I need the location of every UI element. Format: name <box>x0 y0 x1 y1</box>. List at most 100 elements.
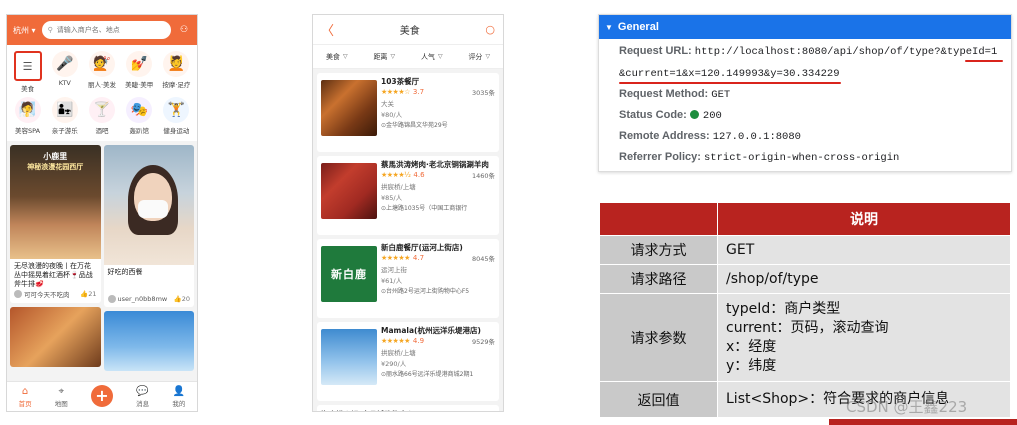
status-dot-icon <box>689 110 699 119</box>
blog-card[interactable]: 小鹿里 神秘浪漫花园西厅 无尽浪漫的夜晚丨在万花丛中摇晃着红酒杯🍷品战斧牛排🥩 … <box>10 145 101 303</box>
tab-消息[interactable]: 💬 消息 <box>136 386 149 408</box>
category-item[interactable]: 💆 按摩·足疗 <box>158 51 195 93</box>
category-item[interactable]: 💇 丽人·美发 <box>83 51 120 93</box>
shop-item[interactable]: 海底捞火锅(水晶城购物中心 <box>317 405 499 411</box>
field-key: Request Method: <box>619 88 709 100</box>
like-button[interactable]: 👍21 <box>80 290 96 298</box>
blog-author: 可可今天不吃肉 <box>24 291 70 299</box>
user-icon[interactable]: ⚇ <box>177 23 191 37</box>
tab-label: 首页 <box>18 399 32 408</box>
shop-item[interactable]: 新白鹿 新白鹿餐厅(运河上街店) ★★★★★ 4.7 8045条 运河上街 ¥61/人 ⊙台州… <box>317 239 499 318</box>
tab-首页[interactable]: ⌂ 首页 <box>19 386 32 408</box>
filter-dropdown[interactable]: 美食 ▽ <box>326 52 348 62</box>
blog-author: user_n0bb8mw <box>117 295 168 303</box>
category-item[interactable]: 🎭 轰趴馆 <box>121 97 158 135</box>
section-title: General <box>617 21 659 33</box>
category-label: KTV <box>58 79 71 87</box>
food-list-header: 〈 美食 ○ <box>313 15 503 45</box>
remote-address-row: Remote Address: 127.0.0.1:8080 <box>619 130 801 143</box>
blog-cover-image <box>10 307 101 367</box>
shop-name: 103茶餐厅 <box>381 77 420 86</box>
table-header-blank <box>599 202 718 236</box>
category-item[interactable]: 🍸 酒吧 <box>83 97 120 135</box>
field-key: Referrer Policy: <box>619 151 701 163</box>
field-key: Remote Address: <box>619 130 710 142</box>
collapse-triangle-icon[interactable]: ▼ <box>605 23 613 32</box>
blog-card[interactable] <box>10 307 101 367</box>
food-menu-icon: ☰ <box>13 51 42 81</box>
category-item[interactable]: 🏋 健身运动 <box>158 97 195 135</box>
chevron-down-icon: ▽ <box>390 53 396 60</box>
rating-stars-icon: ★★★★☆ <box>381 88 410 96</box>
row-key: 请求参数 <box>599 293 718 382</box>
search-input[interactable] <box>56 26 165 34</box>
page-title: 美食 <box>399 26 420 37</box>
tab-我的[interactable]: 👤 我的 <box>172 386 185 408</box>
shop-image: 新白鹿 <box>321 246 377 302</box>
shop-name: Mamala(杭州远洋乐堤港店) <box>381 326 481 335</box>
row-key: 请求方式 <box>599 235 718 265</box>
field-value: GET <box>711 89 731 101</box>
param-line: typeId：商户类型 <box>726 300 841 317</box>
table-header: 说明 <box>717 202 1011 236</box>
shop-score: 4.7 <box>412 254 425 262</box>
table-row: 请求方式 GET <box>599 235 1011 265</box>
comment-count: 9529条 <box>471 338 495 346</box>
status-code-row: Status Code: 200 <box>619 109 722 122</box>
category-label: 丽人·美发 <box>87 81 117 89</box>
request-method-row: Request Method: GET <box>619 88 730 101</box>
blog-card[interactable]: 好吃的西餐 user_n0bb8mw 👍20 <box>103 145 194 307</box>
category-item[interactable]: 🧖 美容SPA <box>9 97 46 135</box>
tab-地图[interactable]: ⌖ 地图 <box>55 386 68 408</box>
blog-cover-image <box>103 311 194 371</box>
category-item[interactable]: 👨‍👧 亲子游乐 <box>46 97 83 135</box>
tab-add[interactable]: + <box>90 384 113 407</box>
cover-overlay-subtitle: 神秘浪漫花园西厅 <box>27 163 84 171</box>
field-value[interactable]: http://localhost:8080/api/shop/of/type?&… <box>695 46 997 58</box>
like-button[interactable]: 👍20 <box>174 295 190 303</box>
rating-stars-icon: ★★★★★ <box>381 254 410 262</box>
shop-image <box>321 80 377 136</box>
plus-icon: + <box>90 384 113 407</box>
filter-dropdown[interactable]: 评分 ▽ <box>468 52 490 62</box>
comment-count: 8045条 <box>471 255 495 263</box>
shop-area: 拱宸桥/上塘 <box>381 183 416 191</box>
shop-score: 3.7 <box>412 88 425 96</box>
spa-mask-icon: 🧖 <box>14 97 41 123</box>
category-label: 亲子游乐 <box>51 127 78 135</box>
search-icon[interactable]: ○ <box>485 23 495 36</box>
annotation-underline <box>619 82 841 84</box>
back-icon[interactable]: 〈 <box>321 20 334 39</box>
search-box[interactable]: ⚲ <box>41 21 171 39</box>
row-key: 请求路径 <box>599 264 718 294</box>
general-section-header[interactable]: ▼ General <box>599 15 1011 39</box>
city-selector[interactable]: 杭州 ▾ <box>13 25 36 36</box>
shop-price: ¥61/人 <box>381 277 403 285</box>
cover-overlay-title: 小鹿里 <box>43 152 68 161</box>
category-label: 健身运动 <box>163 127 190 135</box>
shop-area: 大关 <box>381 100 394 108</box>
field-value: strict-origin-when-cross-origin <box>704 152 900 164</box>
shop-price: ¥80/人 <box>381 111 403 119</box>
home-header: 杭州 ▾ ⚲ ⚇ <box>7 15 197 45</box>
rating-stars-icon: ★★★★½ <box>381 171 411 179</box>
bottom-tab-bar: ⌂ 首页 ⌖ 地图 + 💬 消息 👤 我的 <box>7 381 197 411</box>
shop-item[interactable]: Mamala(杭州远洋乐堤港店) ★★★★★ 4.9 9529条 拱宸桥/上塘 ¥290/… <box>317 322 499 401</box>
shop-name: 海底捞火锅(水晶城购物中心 <box>321 409 495 411</box>
microphone-icon: 🎤 <box>51 51 78 77</box>
chevron-down-icon: ▽ <box>437 53 443 60</box>
filter-dropdown[interactable]: 人气 ▽ <box>421 52 443 62</box>
map-pin-icon: ⌖ <box>58 385 65 397</box>
tab-label: 我的 <box>172 399 186 408</box>
field-value[interactable]: &current=1&x=120.149993&y=30.334229 <box>619 68 840 80</box>
category-item[interactable]: 🎤 KTV <box>46 51 83 93</box>
shop-area: 运河上街 <box>381 266 407 274</box>
like-count: 20 <box>181 295 190 303</box>
shop-item[interactable]: 蔡馬洪涛烤肉·老北京铜锅涮羊肉 ★★★★½ 4.6 1460条 拱宸桥/上塘 ¥85/人 ⊙… <box>317 156 499 235</box>
blog-card[interactable] <box>103 311 194 371</box>
filter-dropdown[interactable]: 距离 ▽ <box>373 52 395 62</box>
category-item[interactable]: ☰ 美食 <box>9 51 46 93</box>
category-item[interactable]: 💅 美睫·美甲 <box>121 51 158 93</box>
category-label: 美睫·美甲 <box>125 81 154 89</box>
shop-item[interactable]: 103茶餐厅 ★★★★☆ 3.7 3035条 大关 ¥80/人 ⊙金华路锦昌文华苑29号 <box>317 73 499 152</box>
